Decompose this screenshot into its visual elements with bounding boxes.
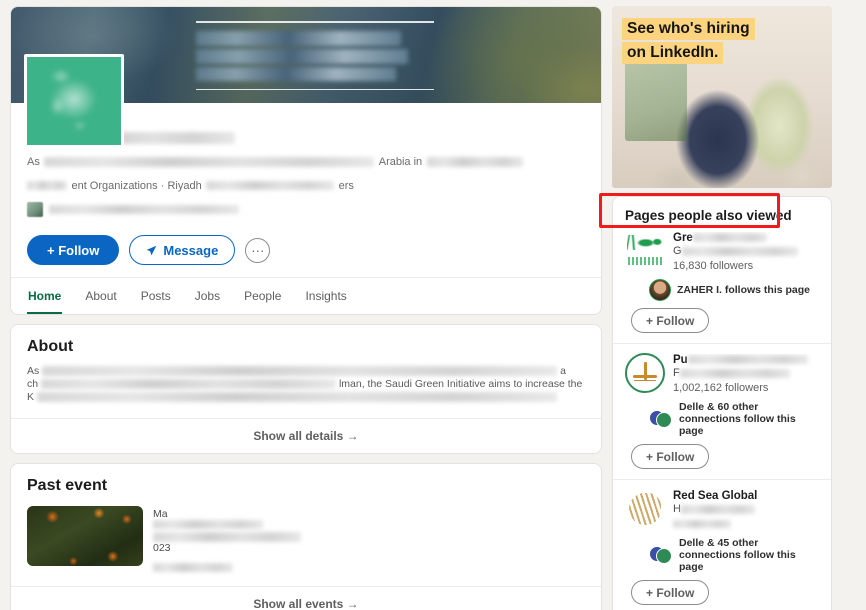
page-item-subtitle: F [673, 367, 819, 380]
follow-button[interactable]: + Follow [27, 235, 120, 265]
event-detail-fragment: 023 [153, 542, 171, 554]
event-date-fragment: Ma [153, 508, 168, 520]
social-proof-text: Delle & 60 other connections follow this… [679, 401, 796, 437]
event-details: Ma 023 [153, 506, 585, 572]
past-event-title: Past event [27, 477, 108, 494]
page-item-info: Pu F 1,002,162 followers [673, 353, 819, 395]
tagline-fragment-1: As [27, 155, 40, 168]
verified-badge-icon [27, 202, 43, 218]
page-item-followers: 1,002,162 followers [673, 382, 769, 394]
red-sea-global-logo-icon [625, 489, 665, 529]
page-follow-button[interactable]: + Follow [631, 308, 710, 333]
cover-rule-bottom [196, 88, 434, 90]
company-profile-card: As Arabia in ent Organizations · Riyadh … [10, 6, 602, 315]
page-item-subtitle: H [673, 503, 819, 516]
page-item-info: Red Sea Global H [673, 489, 819, 531]
page-list-item[interactable]: Gre G 16,830 followers ZAHER I. follows … [613, 231, 831, 343]
page-item-header: Gre G 16,830 followers [625, 231, 819, 273]
ad-headline: See who's hiring on LinkedIn. [622, 18, 755, 64]
ad-headline-line-1: See who's hiring [622, 18, 755, 40]
about-card: About As a ch lman, the Saudi Green Init… [10, 324, 602, 454]
page-item-header: Pu F 1,002,162 followers [625, 353, 819, 395]
social-proof-text: ZAHER I. follows this page [677, 284, 811, 296]
past-event-show-all[interactable]: Show all events → [11, 586, 601, 610]
tab-insights[interactable]: Insights [304, 278, 347, 314]
page-list-item[interactable]: Red Sea Global H Delle & 45 other connec… [613, 479, 831, 610]
about-frag-ch: ch [27, 378, 39, 390]
tagline-fragment-2: Arabia in [378, 155, 423, 168]
message-button[interactable]: Message [129, 235, 236, 265]
company-logo[interactable] [24, 54, 124, 148]
company-tagline: As Arabia in [27, 153, 585, 171]
more-options-button[interactable]: ··· [245, 237, 271, 263]
page-follow-button[interactable]: + Follow [631, 580, 710, 605]
event-extra-line [153, 563, 585, 572]
saudi-emblem-logo-icon [625, 353, 665, 393]
page-follow-button[interactable]: + Follow [631, 444, 710, 469]
linkedin-hiring-ad[interactable]: See who's hiring on LinkedIn. [612, 6, 832, 188]
page-list-item[interactable]: Pu F 1,002,162 followers Delle & 60 othe… [613, 343, 831, 479]
company-location: ent Organizations · Riyadh ers [27, 177, 585, 195]
about-frag-k: K [27, 391, 35, 403]
page-item-followers [673, 517, 819, 531]
profile-tabs: Home About Posts Jobs People Insights [11, 277, 601, 314]
page-right-edge [860, 0, 866, 610]
page-item-name: Gre [673, 232, 819, 245]
about-line-2: ch lman, the Saudi Green Initiative aims… [27, 378, 585, 391]
pages-people-also-viewed-card: Pages people also viewed Gre G 16,830 fo… [612, 196, 832, 610]
message-button-label: Message [163, 242, 219, 258]
page-item-social-proof: Delle & 60 other connections follow this… [649, 401, 819, 437]
main-column: As Arabia in ent Organizations · Riyadh … [10, 6, 602, 610]
event-thumbnail [27, 506, 143, 566]
page-item-info: Gre G 16,830 followers [673, 231, 819, 273]
event-date-line: Ma [153, 508, 585, 529]
about-title: About [27, 338, 74, 355]
past-event-card: Past event Ma 023 Show all events → [10, 463, 602, 610]
cover-photo-text [196, 21, 436, 90]
profile-actions: + Follow Message ··· [11, 225, 601, 277]
page-item-subtitle: G [673, 245, 819, 258]
tab-posts[interactable]: Posts [140, 278, 172, 314]
page-item-followers: 16,830 followers [673, 260, 754, 272]
linkedin-company-page: As Arabia in ent Organizations · Riyadh … [0, 0, 866, 610]
location-fragment: ent Organizations · Riyadh [71, 179, 202, 192]
page-item-social-proof: ZAHER I. follows this page [649, 279, 819, 301]
page-item-social-proof: Delle & 45 other connections follow this… [649, 537, 819, 573]
about-body: As a ch lman, the Saudi Green Initiative… [11, 365, 601, 418]
green-riyadh-logo-icon [625, 231, 665, 271]
connection-avatar [649, 279, 671, 301]
about-show-all-details[interactable]: Show all details → [11, 418, 601, 453]
about-frag-sgi: lman, the Saudi Green Initiative aims to… [338, 378, 583, 390]
tab-jobs[interactable]: Jobs [194, 278, 221, 314]
tab-about[interactable]: About [84, 278, 117, 314]
company-employees [27, 201, 585, 219]
event-title-line: 023 [153, 532, 585, 554]
page-item-header: Red Sea Global H [625, 489, 819, 531]
page-item-name: Pu [673, 354, 819, 367]
ad-headline-line-2: on LinkedIn. [622, 42, 724, 64]
pages-also-viewed-title: Pages people also viewed [625, 208, 792, 223]
past-event-item[interactable]: Ma 023 [11, 504, 601, 586]
about-line-1: As a [27, 365, 585, 378]
cover-text-redacted [196, 23, 436, 89]
connection-avatars [649, 409, 673, 429]
social-proof-text: Delle & 45 other connections follow this… [679, 537, 796, 573]
send-icon [147, 245, 157, 255]
about-frag-a: a [560, 365, 566, 377]
about-line-3: K [27, 391, 585, 404]
tab-people[interactable]: People [243, 278, 282, 314]
followers-fragment: ers [338, 179, 354, 192]
right-rail: See who's hiring on LinkedIn. Pages peop… [612, 6, 856, 610]
company-logo-mark [27, 57, 121, 145]
page-item-name: Red Sea Global [673, 490, 758, 502]
tab-home[interactable]: Home [27, 278, 63, 314]
about-frag-as: As [27, 365, 40, 377]
connection-avatars [649, 545, 673, 565]
